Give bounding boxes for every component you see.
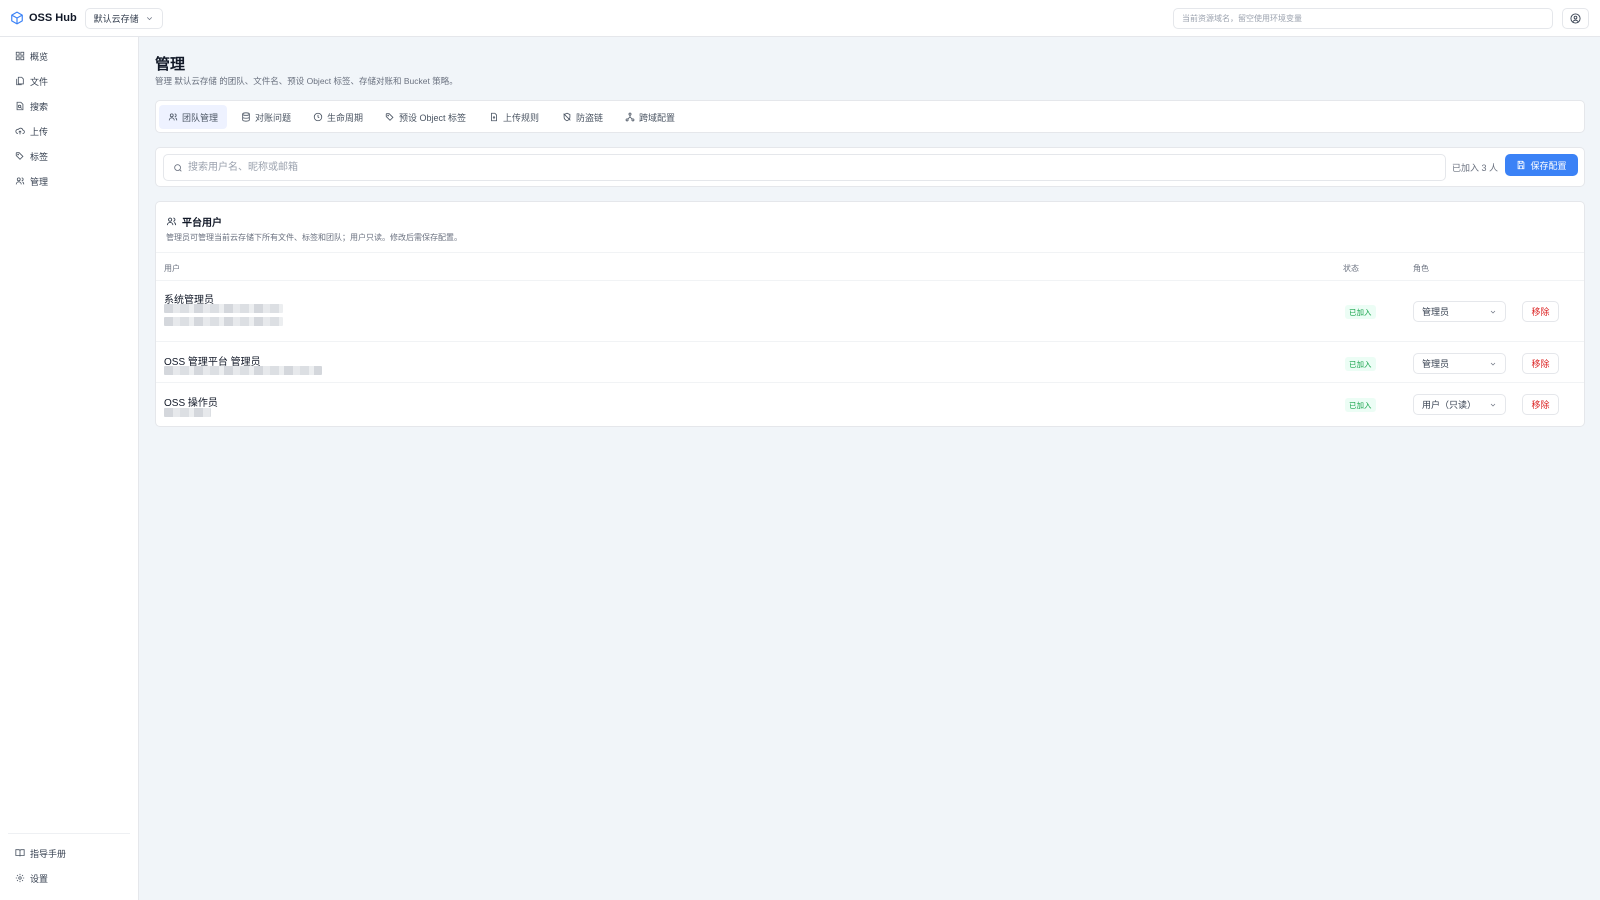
role-selected-value: 管理员 — [1422, 307, 1450, 317]
section-header: 平台用户 — [166, 214, 222, 229]
status-badge: 已加入 — [1345, 398, 1376, 412]
sidebar-item-search[interactable]: 搜索 — [15, 99, 48, 113]
table-row: OSS 管理平台 管理员 已加入 管理员 移除 — [156, 342, 1584, 383]
save-icon — [1518, 160, 1525, 170]
column-user: 用户 — [164, 264, 180, 273]
tab-label: 预设 Object 标签 — [399, 112, 467, 123]
tab-lifecycle[interactable]: 生命周期 — [304, 105, 372, 129]
sidebar-item-label: 管理 — [30, 176, 49, 187]
tab-label: 防盗链 — [576, 112, 604, 123]
tab-upload-rules[interactable]: 上传规则 — [480, 105, 548, 129]
cloud-upload-icon — [15, 127, 25, 135]
remove-user-button[interactable]: 移除 — [1522, 301, 1559, 322]
page-description: 管理 默认云存储 的团队、文件名、预设 Object 标签、存储对账和 Buck… — [155, 76, 458, 86]
search-toolbar: 已加入 3 人 保存配置 — [155, 147, 1585, 187]
brand[interactable]: OSS Hub — [10, 11, 77, 25]
redacted-user-detail — [164, 317, 283, 326]
cube-icon — [11, 11, 23, 25]
role-selected-value: 用户（只读） — [1422, 400, 1477, 410]
book-icon — [15, 849, 25, 857]
file-upload-icon — [491, 112, 497, 122]
sidebar-item-files[interactable]: 文件 — [15, 74, 48, 88]
sidebar-item-label: 指导手册 — [30, 848, 67, 859]
chevron-down-icon — [146, 16, 152, 20]
tab-cors[interactable]: 跨域配置 — [616, 105, 684, 129]
tab-label: 生命周期 — [327, 112, 364, 123]
tab-reconciliation[interactable]: 对账问题 — [232, 105, 300, 129]
sidebar-divider — [8, 833, 130, 834]
sidebar-item-label: 文件 — [30, 76, 49, 87]
chevron-down-icon — [1490, 403, 1496, 407]
tags-icon — [385, 113, 394, 121]
user-name: OSS 操作员 — [164, 398, 218, 409]
shield-off-icon — [563, 112, 571, 122]
sidebar-item-label: 标签 — [30, 151, 49, 162]
save-button-label: 保存配置 — [1530, 160, 1567, 171]
tab-label: 跨域配置 — [639, 112, 676, 123]
sidebar-item-label: 上传 — [30, 126, 49, 137]
user-circle-icon — [1570, 13, 1581, 24]
save-config-button[interactable]: 保存配置 — [1505, 154, 1578, 176]
table-row: OSS 操作员 已加入 用户（只读） 移除 — [156, 383, 1584, 426]
clock-icon — [313, 112, 323, 122]
sidebar-item-admin[interactable]: 管理 — [15, 174, 48, 188]
status-badge: 已加入 — [1345, 357, 1376, 371]
remove-user-button[interactable]: 移除 — [1522, 353, 1559, 374]
users-icon — [15, 177, 25, 185]
tab-label: 团队管理 — [182, 112, 219, 123]
search-icon — [174, 164, 182, 172]
user-search-box[interactable] — [163, 154, 1446, 181]
network-icon — [625, 112, 635, 122]
column-role: 角色 — [1413, 264, 1429, 273]
tab-object-tags[interactable]: 预设 Object 标签 — [376, 105, 475, 129]
sidebar-item-label: 设置 — [30, 873, 49, 884]
search-doc-icon — [16, 101, 24, 111]
redacted-user-detail — [164, 366, 322, 375]
users-icon — [168, 113, 178, 121]
role-select[interactable]: 管理员 — [1413, 301, 1506, 322]
redacted-user-detail — [164, 304, 283, 313]
files-icon — [16, 76, 24, 86]
remove-user-button[interactable]: 移除 — [1522, 394, 1559, 415]
section-description: 管理员可管理当前云存储下所有文件、标签和团队；用户只读。修改后需保存配置。 — [166, 233, 462, 242]
member-count: 已加入 3 人 — [1452, 163, 1499, 173]
users-icon — [166, 217, 177, 226]
grid-icon — [15, 51, 25, 61]
table-header: 用户 状态 角色 — [156, 252, 1584, 281]
tab-hotlink-protection[interactable]: 防盗链 — [553, 105, 612, 129]
user-menu-button[interactable] — [1562, 8, 1589, 29]
column-status: 状态 — [1343, 264, 1359, 273]
role-selected-value: 管理员 — [1422, 359, 1450, 369]
status-badge: 已加入 — [1345, 305, 1376, 319]
redacted-user-detail — [164, 408, 211, 417]
section-title: 平台用户 — [182, 218, 222, 229]
user-search-input[interactable] — [188, 155, 1438, 180]
chevron-down-icon — [1490, 362, 1496, 366]
sidebar: 概览 文件 搜索 上传 标签 管理 指导手册 设置 — [0, 37, 139, 900]
tab-label: 对账问题 — [255, 112, 292, 123]
sidebar-item-settings[interactable]: 设置 — [15, 871, 48, 885]
sidebar-item-guide[interactable]: 指导手册 — [15, 846, 66, 860]
sidebar-item-tags[interactable]: 标签 — [15, 149, 48, 163]
role-select[interactable]: 管理员 — [1413, 353, 1506, 374]
sidebar-item-label: 搜索 — [30, 101, 49, 112]
gear-icon — [15, 873, 25, 883]
tab-team[interactable]: 团队管理 — [159, 105, 228, 129]
resource-domain-input[interactable] — [1173, 8, 1553, 29]
brand-name: OSS Hub — [29, 12, 77, 24]
database-icon — [242, 112, 250, 122]
chevron-down-icon — [1490, 310, 1496, 314]
storage-selected-value: 默认云存储 — [93, 13, 139, 24]
tags-icon — [15, 152, 24, 160]
sidebar-item-overview[interactable]: 概览 — [15, 49, 48, 63]
tab-bar: 团队管理 对账问题 生命周期 预设 Object 标签 上传规则 防盗链 跨域配… — [155, 100, 1585, 133]
sidebar-item-upload[interactable]: 上传 — [15, 124, 48, 138]
tab-label: 上传规则 — [503, 112, 540, 123]
platform-users-card: 平台用户 管理员可管理当前云存储下所有文件、标签和团队；用户只读。修改后需保存配… — [155, 201, 1585, 427]
page-title: 管理 — [155, 56, 186, 73]
sidebar-item-label: 概览 — [30, 51, 49, 62]
storage-selector[interactable]: 默认云存储 — [84, 7, 163, 29]
role-select[interactable]: 用户（只读） — [1413, 394, 1506, 415]
table-row: 系统管理员 已加入 管理员 移除 — [156, 281, 1584, 342]
